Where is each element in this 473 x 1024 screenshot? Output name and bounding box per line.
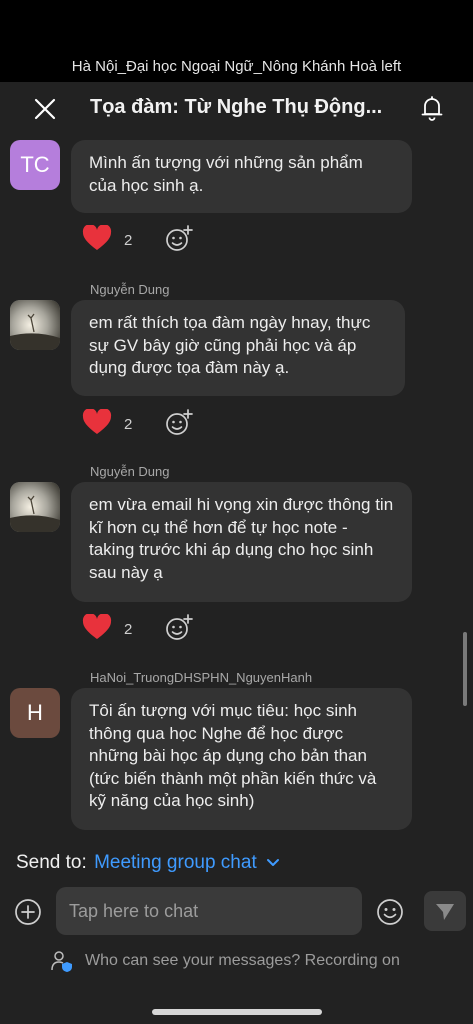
message-bubble[interactable]: Mình ấn tượng với những sản phẩm của học… [71, 140, 412, 213]
privacy-text[interactable]: Who can see your messages? Recording on [85, 952, 400, 970]
reaction-count: 2 [124, 232, 133, 249]
chevron-down-icon[interactable] [266, 858, 280, 868]
heart-icon[interactable] [82, 225, 112, 251]
add-plus-icon[interactable] [14, 898, 42, 926]
participant-left-notice: Hà Nội_Đại học Ngoại Ngữ_Nông Khánh Hoà … [71, 58, 402, 75]
close-icon[interactable] [30, 94, 60, 124]
chat-input[interactable]: Tap here to chat [56, 887, 362, 935]
add-reaction-icon[interactable] [164, 613, 194, 643]
sender-name: Nguyễn Dung [90, 464, 170, 479]
message-bubble[interactable]: Tôi ấn tượng với mục tiêu: học sinh thôn… [71, 688, 412, 830]
send-button[interactable] [424, 891, 466, 931]
add-reaction-icon[interactable] [164, 224, 194, 254]
sender-name: HaNoi_TruongDHSPHN_NguyenHanh [90, 670, 313, 685]
heart-icon[interactable] [82, 614, 112, 640]
avatar[interactable] [10, 482, 60, 532]
send-to-label: Send to: [16, 852, 87, 873]
avatar[interactable]: H [10, 688, 60, 738]
sender-name: Nguyễn Dung [90, 282, 170, 297]
home-indicator [152, 1009, 322, 1015]
avatar[interactable] [10, 300, 60, 350]
reaction-count: 2 [124, 621, 133, 638]
chat-panel: Tọa đàm: Từ Nghe Thụ Động... TC Mình ấn … [0, 82, 473, 1024]
avatar-photo [10, 300, 60, 350]
send-icon[interactable] [434, 900, 456, 922]
send-to-row: Send to: Meeting group chat [16, 852, 280, 874]
bell-icon[interactable] [418, 94, 446, 122]
privacy-notice[interactable]: Who can see your messages? Recording on [50, 949, 460, 973]
message-bubble[interactable]: em rất thích tọa đàm ngày hnay, thực sự … [71, 300, 405, 396]
add-reaction-icon[interactable] [164, 408, 194, 438]
message-bubble[interactable]: em vừa email hi vọng xin được thông tin … [71, 482, 412, 602]
chat-title: Tọa đàm: Từ Nghe Thụ Động... [90, 96, 383, 118]
chat-header: Tọa đàm: Từ Nghe Thụ Động... [0, 82, 473, 136]
heart-icon[interactable] [82, 409, 112, 435]
chat-input-placeholder: Tap here to chat [69, 900, 199, 921]
avatar[interactable]: TC [10, 140, 60, 190]
scrollbar[interactable] [463, 632, 467, 706]
user-shield-icon [51, 951, 72, 972]
emoji-icon[interactable] [376, 898, 404, 926]
meeting-banner: Hà Nội_Đại học Ngoại Ngữ_Nông Khánh Hoà … [0, 0, 473, 82]
send-to-selector[interactable]: Meeting group chat [94, 852, 280, 873]
avatar-photo [10, 482, 60, 532]
send-to-target[interactable]: Meeting group chat [94, 852, 257, 873]
reaction-count: 2 [124, 416, 133, 433]
message-list[interactable]: TC Mình ấn tượng với những sản phẩm của … [0, 136, 473, 842]
